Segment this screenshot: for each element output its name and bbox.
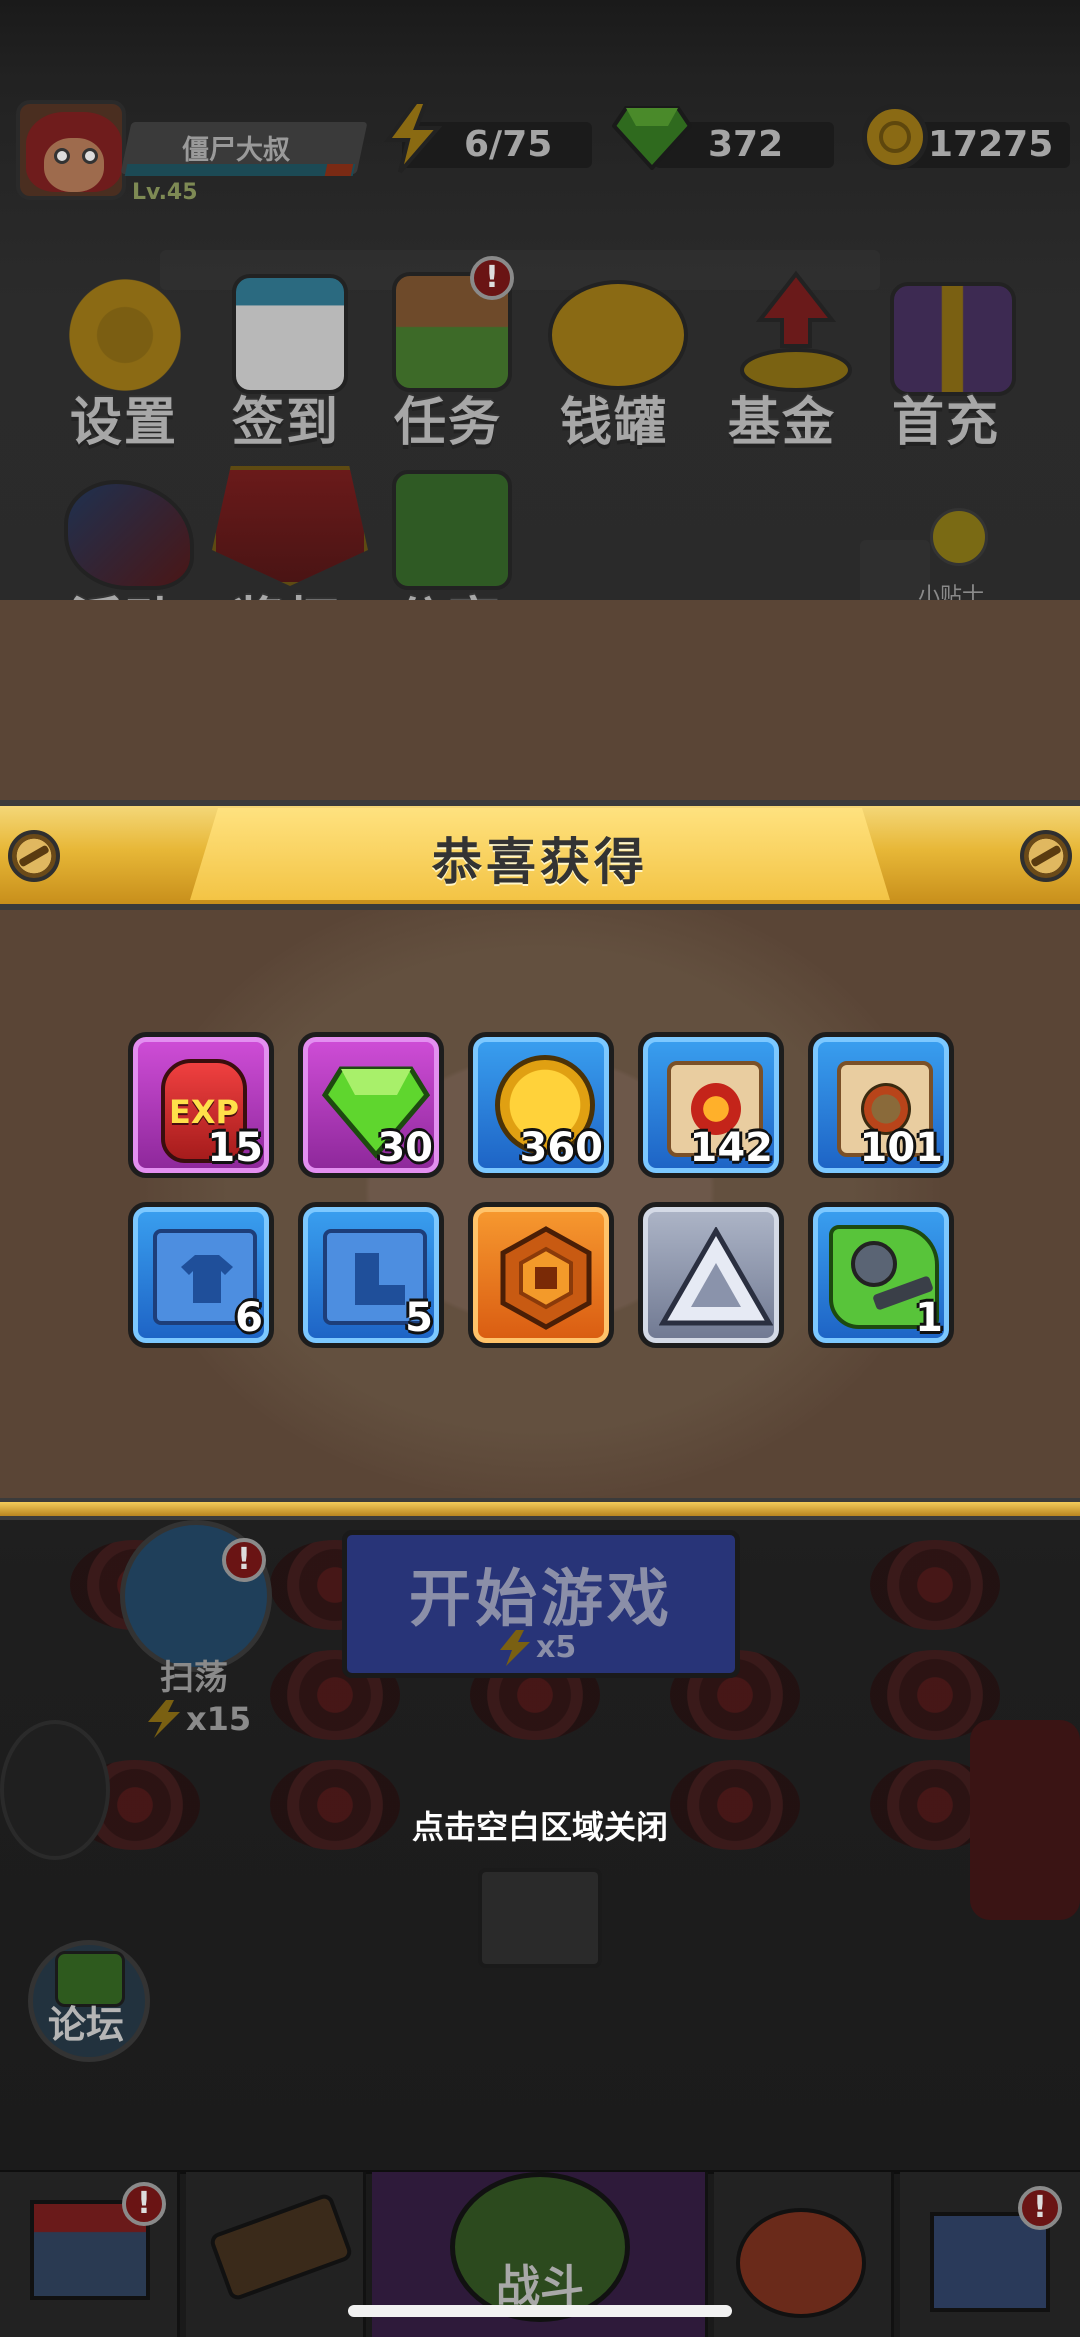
base-notification-badge: ! (1018, 2186, 1062, 2230)
weapon-gun-icon (207, 2191, 355, 2303)
silver-triangle-icon (659, 1227, 773, 1326)
reward-item-silver-triangle[interactable] (638, 1202, 784, 1348)
forum-label: 论坛 (48, 2003, 125, 2047)
reward-modal-bottom-rail (0, 1498, 1080, 1520)
menu-label-tasks: 任务 (394, 393, 503, 453)
energy-value: 6/75 (464, 124, 553, 165)
lightbulb-icon[interactable] (930, 508, 988, 566)
reward-item-exp[interactable]: EXP 15 (128, 1032, 274, 1178)
gem-icon (612, 106, 692, 170)
player-avatar[interactable] (16, 100, 126, 200)
reward-item-orange-emblem[interactable] (468, 1202, 614, 1348)
menu-label-settings: 设置 (70, 393, 179, 453)
spiked-ball-icon (0, 1720, 110, 1860)
reward-qty: 6 (235, 1295, 263, 1341)
coin-icon (862, 104, 928, 170)
orange-emblem-icon (500, 1226, 592, 1330)
reward-item-zombie-scroll[interactable]: 101 (808, 1032, 954, 1178)
sweep-cost: x15 (186, 1700, 252, 1738)
stage-pad (870, 1540, 1000, 1630)
nav-weapons[interactable] (186, 2172, 366, 2337)
home-indicator[interactable] (348, 2305, 732, 2317)
sweep-notification-badge: ! (222, 1538, 266, 1582)
fund-icon (740, 270, 852, 392)
treasure-chest-icon[interactable] (478, 1868, 602, 1968)
piggy-bank-icon (548, 280, 688, 390)
close-hint[interactable]: 点击空白区域关闭 (0, 1802, 1080, 1848)
reward-qty: 5 (405, 1295, 433, 1341)
energy-bolt-icon (500, 1630, 530, 1666)
player-name: 僵尸大叔 (182, 135, 290, 166)
reward-item-fire-scroll[interactable]: 142 (638, 1032, 784, 1178)
reward-item-gems[interactable]: 30 (298, 1032, 444, 1178)
nav-base[interactable]: ! (900, 2172, 1080, 2337)
reward-qty: 142 (689, 1125, 774, 1171)
reward-modal-glow (140, 880, 940, 1500)
reward-item-clothing-blueprint[interactable]: 6 (128, 1202, 274, 1348)
nav-hero[interactable] (714, 2172, 894, 2337)
reward-qty: 1 (915, 1295, 943, 1341)
boxing-glove-icon (970, 1720, 1080, 1920)
reward-qty: 360 (519, 1125, 604, 1171)
coin-value: 17275 (928, 124, 1054, 165)
energy-bolt-icon (148, 1700, 180, 1738)
nav-shop[interactable]: ! (0, 2172, 180, 2337)
reward-qty: 15 (207, 1125, 263, 1171)
task-notification-badge: ! (470, 256, 514, 300)
player-level: Lv.45 (132, 180, 198, 205)
start-game-label: 开始游戏 (408, 1562, 673, 1635)
gem-value: 372 (708, 124, 784, 165)
reward-item-gunner-puzzle[interactable]: 1 (808, 1202, 954, 1348)
shop-notification-badge: ! (122, 2182, 166, 2226)
gift-box-icon (890, 282, 1016, 396)
reward-item-coins[interactable]: 360 (468, 1032, 614, 1178)
reward-title: 恭喜获得 (432, 833, 648, 891)
reward-qty: 30 (377, 1125, 433, 1171)
hero-avatar-icon (736, 2208, 866, 2318)
menu-label-piggy-bank: 钱罐 (560, 393, 669, 453)
start-game-cost: x5 (536, 1630, 577, 1665)
xp-bar-fill (324, 164, 354, 176)
menu-label-checkin: 签到 (232, 393, 341, 453)
menu-label-fund: 基金 (728, 393, 837, 453)
reward-item-boot-blueprint[interactable]: 5 (298, 1202, 444, 1348)
calendar-icon (232, 274, 348, 394)
sweep-label: 扫荡 (160, 1658, 228, 1698)
menu-label-first-recharge: 首充 (892, 393, 1001, 453)
share-icon (392, 470, 512, 590)
reward-qty: 101 (859, 1125, 944, 1171)
energy-bolt-icon (384, 100, 443, 174)
